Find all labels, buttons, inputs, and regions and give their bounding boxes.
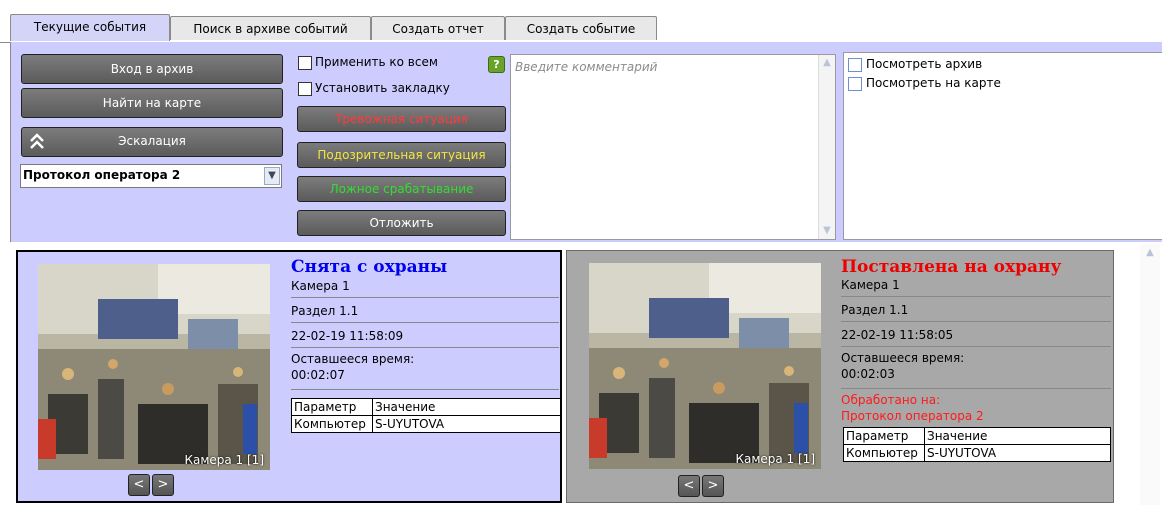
event-partition: Раздел 1.1 <box>291 304 359 318</box>
camera-thumbnail-label: Камера 1 [1] <box>735 452 815 466</box>
scroll-down-icon[interactable]: ▼ <box>820 224 834 238</box>
event-title: Снята с охраны <box>291 257 448 277</box>
divider <box>841 388 1111 389</box>
camera-thumbnail-label: Камера 1 [1] <box>184 453 264 467</box>
apply-all-label: Применить ко всем <box>315 55 438 69</box>
remaining-time-value: 00:02:03 <box>841 367 895 381</box>
table-cell: Компьютер <box>843 444 925 462</box>
scroll-up-icon[interactable]: ▲ <box>820 56 834 70</box>
table-cell: Компьютер <box>291 415 373 433</box>
archive-button[interactable]: Вход в архив <box>21 54 283 84</box>
divider <box>291 389 559 390</box>
view-archive-checkbox[interactable] <box>848 58 862 72</box>
view-archive-label: Посмотреть архив <box>866 57 983 71</box>
bookmark-checkbox[interactable] <box>298 82 312 96</box>
camera-thumbnail[interactable]: Камера 1 [1] <box>589 263 821 469</box>
find-on-map-button[interactable]: Найти на карте <box>21 88 283 118</box>
table-cell: S-UYUTOVA <box>372 415 561 433</box>
event-card[interactable]: Камера 1 [1] < > Снята с охраны Камера 1… <box>16 250 562 503</box>
camera-snapshot-image <box>38 264 270 470</box>
comment-scrollbar[interactable]: ▲ ▼ <box>818 55 835 239</box>
tab-create-report[interactable]: Создать отчет <box>371 16 505 40</box>
tab-create-event[interactable]: Создать событие <box>505 16 657 40</box>
remaining-time-label: Оставшееся время: <box>291 352 415 366</box>
remaining-time-value: 00:02:07 <box>291 368 345 382</box>
prev-button[interactable]: < <box>128 474 150 496</box>
alarm-situation-button[interactable]: Тревожная ситуация <box>297 106 506 132</box>
tab-archive-search[interactable]: Поиск в архиве событий <box>170 16 371 40</box>
protocol-select[interactable]: Протокол оператора 2 ▼ <box>20 164 282 188</box>
divider <box>291 322 559 323</box>
next-button[interactable]: > <box>152 474 174 496</box>
divider <box>841 296 1111 297</box>
escalation-button[interactable]: Эскалация <box>21 127 283 157</box>
cards-scrollbar[interactable]: ▲ <box>1140 244 1160 505</box>
escalation-label: Эскалация <box>118 134 186 148</box>
remaining-time-label: Оставшееся время: <box>841 351 965 365</box>
divider <box>291 347 559 348</box>
next-button[interactable]: > <box>702 475 724 497</box>
event-cards-area: Камера 1 [1] < > Снята с охраны Камера 1… <box>0 244 1162 505</box>
chevron-down-icon[interactable]: ▼ <box>264 167 280 185</box>
table-header-cell: Значение <box>372 398 561 416</box>
divider <box>291 297 559 298</box>
view-map-checkbox[interactable] <box>848 77 862 91</box>
table-header-row: Параметр Значение <box>291 398 561 416</box>
divider <box>841 346 1111 347</box>
parameters-table: Параметр Значение Компьютер S-UYUTOVA <box>291 398 561 433</box>
processed-on-value: Протокол оператора 2 <box>841 409 984 423</box>
table-row: Компьютер S-UYUTOVA <box>291 415 561 433</box>
bookmark-label: Установить закладку <box>315 81 450 95</box>
camera-thumbnail[interactable]: Камера 1 [1] <box>38 264 270 470</box>
scroll-up-icon[interactable]: ▲ <box>1143 246 1157 260</box>
divider <box>841 321 1111 322</box>
suspicious-situation-button[interactable]: Подозрительная ситуация <box>297 142 506 168</box>
tab-current-events[interactable]: Текущие события <box>10 14 170 41</box>
event-card[interactable]: Камера 1 [1] < > Поставлена на охрану Ка… <box>566 250 1114 503</box>
processed-on-label: Обработано на: <box>841 393 941 407</box>
help-icon[interactable]: ? <box>488 56 505 73</box>
table-header-cell: Параметр <box>843 427 925 445</box>
table-header-cell: Значение <box>924 427 1111 445</box>
prev-button[interactable]: < <box>678 475 700 497</box>
view-map-label: Посмотреть на карте <box>866 76 1001 90</box>
event-datetime: 22-02-19 11:58:09 <box>291 329 404 343</box>
parameters-table: Параметр Значение Компьютер S-UYUTOVA <box>843 427 1111 462</box>
apply-all-checkbox[interactable] <box>298 56 312 70</box>
tab-bar: Текущие события Поиск в архиве событий С… <box>0 0 1162 43</box>
event-camera: Камера 1 <box>841 278 900 292</box>
event-camera: Камера 1 <box>291 279 350 293</box>
false-alarm-button[interactable]: Ложное срабатывание <box>297 176 506 202</box>
table-row: Компьютер S-UYUTOVA <box>843 444 1111 462</box>
table-cell: S-UYUTOVA <box>924 444 1111 462</box>
postpone-button[interactable]: Отложить <box>297 210 506 236</box>
table-header-cell: Параметр <box>291 398 373 416</box>
chevron-up-double-icon <box>29 132 45 152</box>
event-datetime: 22-02-19 11:58:05 <box>841 328 954 342</box>
event-partition: Раздел 1.1 <box>841 303 909 317</box>
camera-snapshot-image <box>589 263 821 469</box>
comment-input[interactable] <box>513 57 817 77</box>
table-header-row: Параметр Значение <box>843 427 1111 445</box>
event-title: Поставлена на охрану <box>841 257 1062 277</box>
actions-list: Посмотреть архив Посмотреть на карте <box>843 52 1162 240</box>
protocol-select-value: Протокол оператора 2 <box>23 168 181 182</box>
comment-box: ▲ ▼ <box>510 54 836 240</box>
event-control-panel: Вход в архив Найти на карте Эскалация Пр… <box>10 42 1162 242</box>
